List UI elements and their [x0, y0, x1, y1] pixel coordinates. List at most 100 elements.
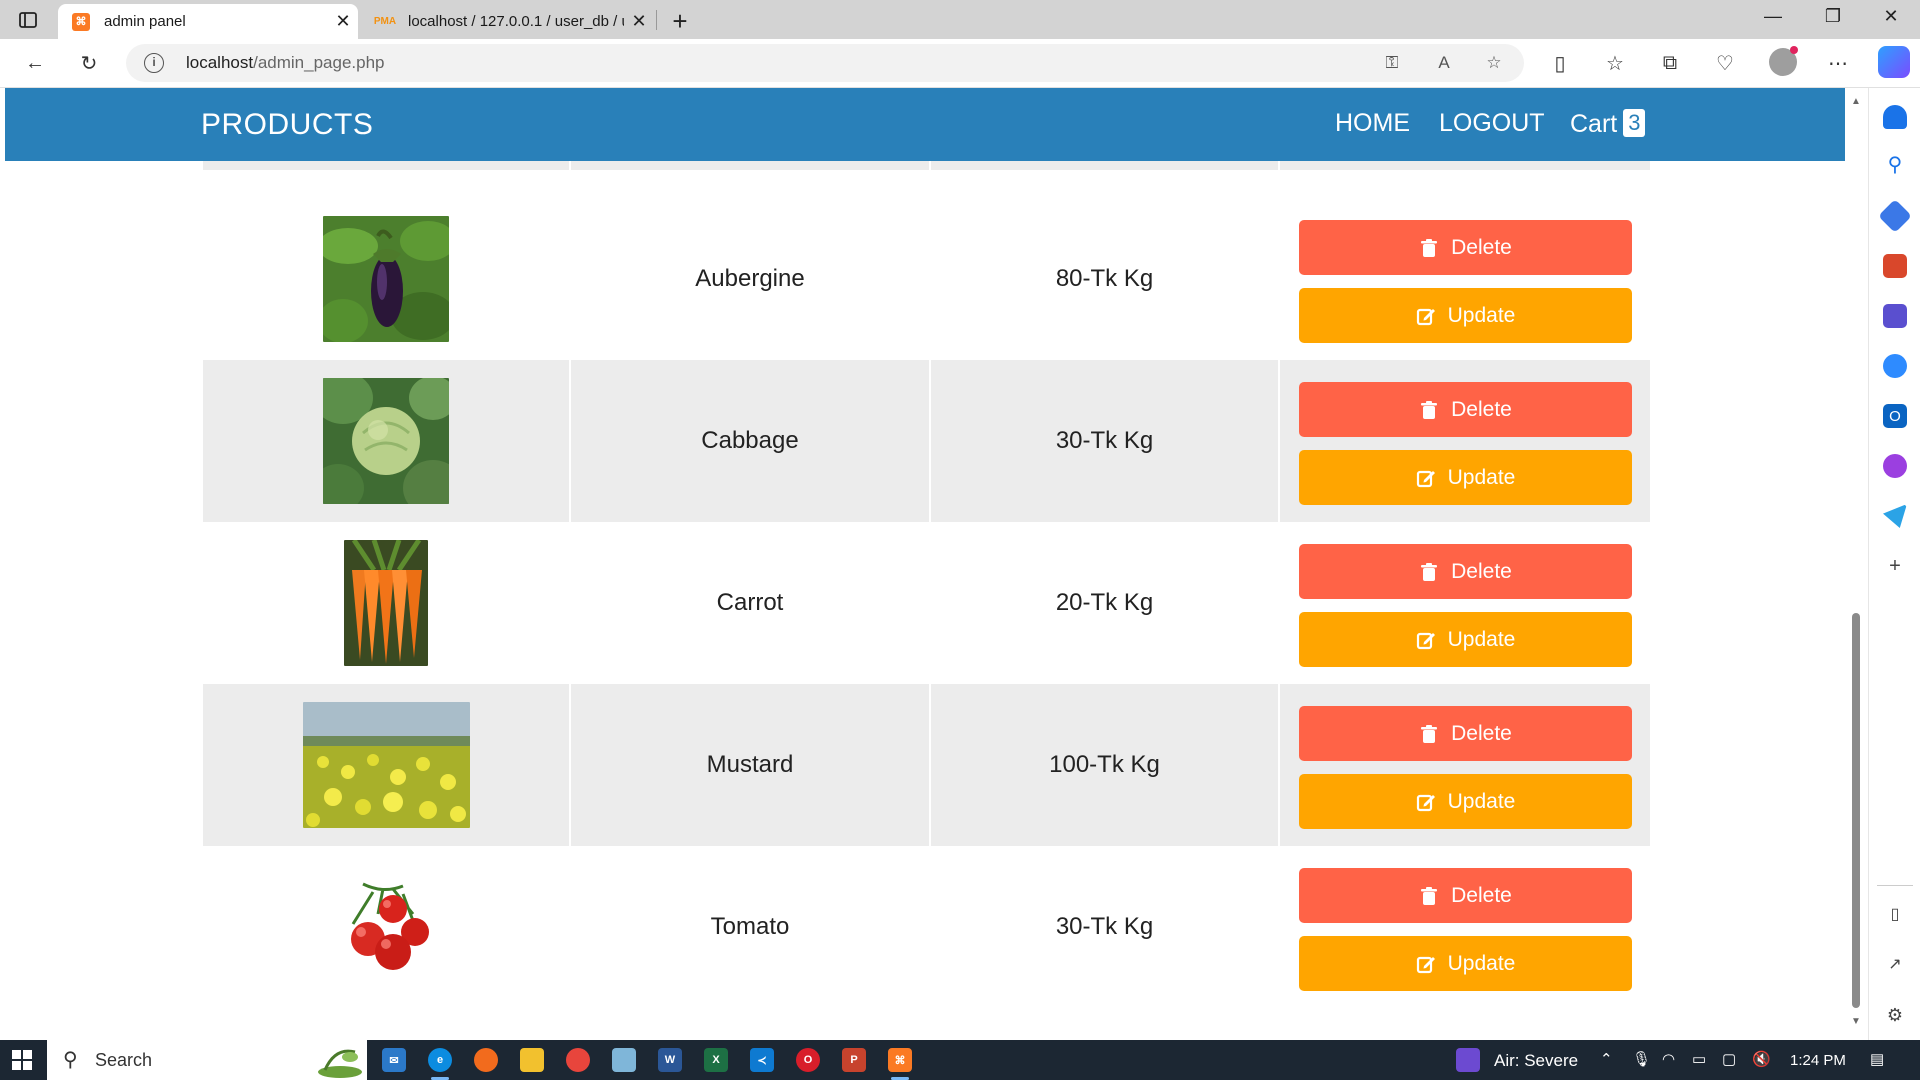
browser-toolbar: ← ↻ i localhost/admin_page.php ⚿ A ☆ ▯ ☆… — [0, 39, 1920, 88]
screen-icon[interactable]: ▢ — [1722, 1050, 1736, 1068]
restore-icon[interactable]: ❐ — [1810, 6, 1856, 27]
product-name: Mustard — [706, 751, 794, 778]
new-tab-icon[interactable]: + — [668, 6, 692, 37]
powerpoint-icon[interactable]: P — [842, 1048, 866, 1072]
delete-button[interactable]: Delete — [1299, 382, 1632, 437]
tab-actions-icon[interactable] — [17, 9, 39, 31]
delete-button[interactable]: Delete — [1299, 544, 1632, 599]
edge-taskbar-icon[interactable]: e — [428, 1048, 452, 1072]
bell-icon[interactable] — [1883, 105, 1907, 129]
close-tab-icon[interactable]: ✕ — [328, 11, 358, 32]
close-tab-icon[interactable]: ✕ — [624, 11, 654, 32]
taskbar-search[interactable]: ⚲ Search — [47, 1040, 367, 1080]
microsoft-365-icon[interactable] — [1883, 354, 1907, 378]
update-label: Update — [1447, 627, 1516, 651]
xampp-taskbar-icon[interactable]: ⌘ — [888, 1048, 912, 1072]
close-window-icon[interactable]: ✕ — [1868, 6, 1914, 27]
excel-icon[interactable]: X — [704, 1048, 728, 1072]
logo-products[interactable]: PRODUCTS — [201, 108, 373, 142]
tab-title: admin panel — [104, 13, 186, 30]
send-icon[interactable] — [1883, 504, 1907, 528]
add-icon[interactable]: + — [1883, 554, 1907, 578]
nav-home[interactable]: HOME — [1335, 109, 1410, 138]
product-actions: Delete Update — [1280, 360, 1650, 522]
chrome-icon[interactable] — [566, 1048, 590, 1072]
page-scrollbar[interactable]: ▲ ▼ — [1845, 88, 1867, 1040]
favorites-icon[interactable]: ☆ — [1601, 49, 1629, 77]
sidebar-panel-icon[interactable]: ▯ — [1883, 903, 1907, 927]
update-button[interactable]: Update — [1299, 612, 1632, 667]
site-info-icon[interactable]: i — [144, 53, 164, 73]
mustard-image — [302, 702, 470, 828]
settings-gear-icon[interactable]: ⚙ — [1883, 1003, 1907, 1027]
table-row: Aubergine 80-Tk Kg Delete Update — [203, 198, 1650, 360]
product-name: Cabbage — [701, 427, 799, 454]
delete-button[interactable]: Delete — [1299, 868, 1632, 923]
back-icon[interactable]: ← — [21, 49, 49, 77]
wifi-icon[interactable]: ◠ — [1662, 1050, 1675, 1068]
notifications-icon[interactable]: ▤ — [1870, 1050, 1884, 1068]
clock-time[interactable]: 1:24 PM — [1790, 1052, 1846, 1069]
trash-icon — [1421, 724, 1438, 743]
word-icon[interactable]: W — [658, 1048, 682, 1072]
mail-app-icon[interactable]: ✉ — [382, 1048, 406, 1072]
product-price: 80-Tk Kg — [1055, 265, 1154, 292]
chevron-up-icon[interactable]: ⌃ — [1600, 1050, 1613, 1068]
copilot-icon[interactable] — [1878, 46, 1910, 78]
battery-icon[interactable]: ▭ — [1692, 1050, 1706, 1068]
windows-start-icon[interactable] — [12, 1050, 32, 1070]
delete-button[interactable]: Delete — [1299, 220, 1632, 275]
outlook-icon[interactable]: O — [1883, 404, 1907, 428]
file-explorer-icon[interactable] — [520, 1048, 544, 1072]
scroll-down-icon[interactable]: ▼ — [1851, 1016, 1861, 1027]
nav-cart[interactable]: Cart 3 — [1570, 109, 1646, 139]
split-screen-icon[interactable]: ▯ — [1546, 49, 1574, 77]
scrollbar-thumb[interactable] — [1852, 613, 1860, 1008]
scroll-up-icon[interactable]: ▲ — [1851, 96, 1861, 107]
update-button[interactable]: Update — [1299, 774, 1632, 829]
trash-icon — [1421, 400, 1438, 419]
update-button[interactable]: Update — [1299, 450, 1632, 505]
read-aloud-icon[interactable]: A — [1432, 51, 1456, 75]
air-quality-icon[interactable] — [1456, 1048, 1480, 1072]
delete-button[interactable]: Delete — [1299, 706, 1632, 761]
url-text[interactable]: localhost/admin_page.php — [186, 53, 385, 73]
firefox-icon[interactable] — [474, 1048, 498, 1072]
microphone-icon[interactable]: 🎙 — [1632, 1050, 1651, 1068]
browser-essentials-icon[interactable]: ♡ — [1711, 49, 1739, 77]
table-row: Mustard 100-Tk Kg Delete Update — [203, 684, 1650, 846]
collections-icon[interactable]: ⧉ — [1656, 49, 1684, 77]
opera-icon[interactable]: O — [796, 1048, 820, 1072]
update-label: Update — [1447, 303, 1516, 327]
cart-label: Cart — [1570, 110, 1618, 138]
url-path: /admin_page.php — [253, 53, 385, 72]
password-key-icon[interactable]: ⚿ — [1380, 51, 1404, 75]
product-image-cell — [203, 846, 569, 1008]
site-header: PRODUCTS HOME LOGOUT Cart 3 — [5, 88, 1845, 161]
tools-icon[interactable] — [1883, 254, 1907, 278]
product-price: 30-Tk Kg — [1055, 913, 1154, 940]
more-menu-icon[interactable]: ⋯ — [1824, 49, 1852, 77]
volume-mute-icon[interactable]: 🔇 — [1752, 1050, 1771, 1068]
nav-logout[interactable]: LOGOUT — [1439, 109, 1545, 138]
designer-icon[interactable] — [1883, 454, 1907, 478]
refresh-icon[interactable]: ↻ — [75, 49, 103, 77]
update-button[interactable]: Update — [1299, 288, 1632, 343]
notepad-icon[interactable] — [612, 1048, 636, 1072]
update-button[interactable]: Update — [1299, 936, 1632, 991]
address-bar[interactable]: i localhost/admin_page.php ⚿ A ☆ — [126, 44, 1524, 82]
open-external-icon[interactable]: ↗ — [1883, 953, 1907, 977]
product-name: Aubergine — [695, 265, 805, 292]
minimize-icon[interactable]: — — [1750, 6, 1796, 27]
search-icon[interactable]: ⚲ — [1883, 153, 1907, 177]
tomato-image — [323, 864, 449, 990]
tab-phpmyadmin[interactable]: PMA localhost / 127.0.0.1 / user_db / u … — [362, 4, 654, 39]
favorite-star-icon[interactable]: ☆ — [1482, 51, 1506, 75]
vscode-icon[interactable]: ≺ — [750, 1048, 774, 1072]
shopping-tag-icon[interactable] — [1878, 199, 1912, 233]
games-icon[interactable] — [1883, 304, 1907, 328]
weather-text[interactable]: Air: Severe — [1494, 1051, 1578, 1071]
tab-admin-panel[interactable]: ⌘ admin panel ✕ — [58, 4, 358, 39]
phpmyadmin-icon: PMA — [373, 16, 397, 27]
cart-count-badge: 3 — [1623, 109, 1646, 137]
